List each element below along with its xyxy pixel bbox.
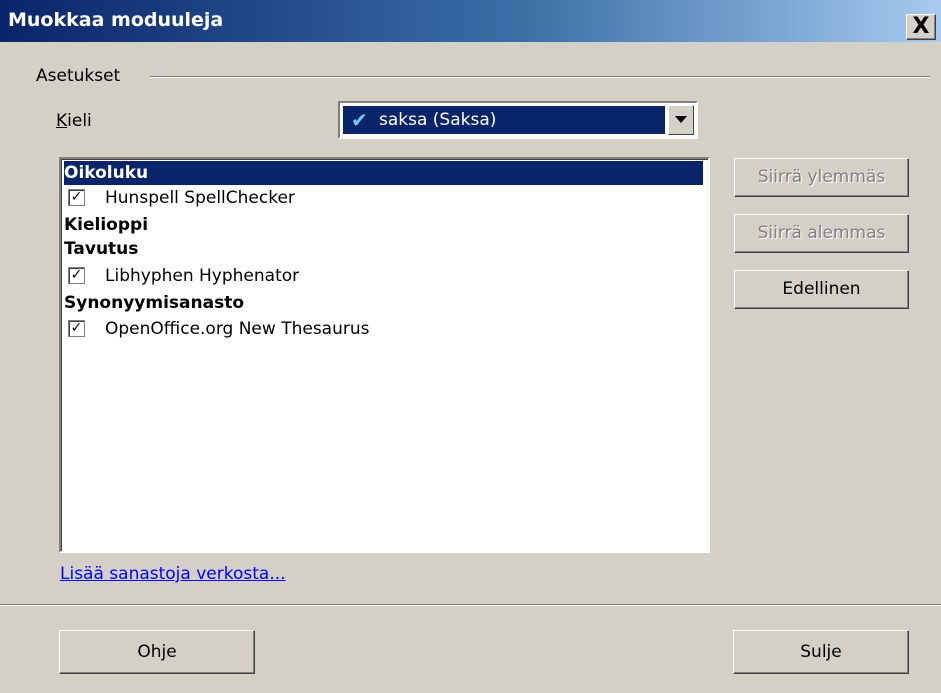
language-label-rest: ieli — [67, 111, 92, 131]
list-item-libhyphen[interactable]: ✓ Libhyphen Hyphenator — [64, 264, 703, 288]
list-item-thesaurus[interactable]: ✓ OpenOffice.org New Thesaurus — [64, 317, 703, 341]
list-header-label: Synonyymisanasto — [64, 293, 245, 313]
language-label: Kieli — [56, 111, 92, 131]
chevron-down-icon — [675, 116, 687, 123]
checkbox-hunspell[interactable]: ✓ — [68, 189, 85, 206]
check-icon: ✔ — [351, 108, 368, 132]
back-label: Edellinen — [782, 279, 861, 299]
list-header-label: Tavutus — [64, 239, 139, 259]
language-selected-text: saksa (Saksa) — [379, 110, 497, 130]
title-bar: Muokkaa moduuleja X — [0, 0, 941, 42]
group-divider — [150, 76, 930, 78]
move-up-button[interactable]: Siirrä ylemmäs — [734, 158, 909, 197]
close-button[interactable]: Sulje — [733, 630, 909, 674]
list-header-label: Oikoluku — [64, 163, 149, 183]
checkbox-thesaurus[interactable]: ✓ — [68, 320, 85, 337]
move-down-label: Siirrä alemmas — [757, 223, 886, 243]
close-label: Sulje — [800, 642, 842, 662]
move-up-label: Siirrä ylemmäs — [757, 167, 886, 187]
language-dropdown[interactable]: ✔ saksa (Saksa) — [338, 101, 698, 139]
dropdown-arrow-button[interactable] — [668, 105, 694, 135]
modules-list[interactable]: Oikoluku ✓ Hunspell SpellChecker Kieliop… — [59, 157, 710, 553]
more-dictionaries-link[interactable]: Lisää sanastoja verkosta... — [60, 564, 286, 584]
help-button[interactable]: Ohje — [59, 630, 255, 674]
list-header-label: Kielioppi — [64, 215, 149, 235]
checkbox-libhyphen[interactable]: ✓ — [68, 267, 85, 284]
close-icon[interactable]: X — [906, 14, 936, 40]
help-label: Ohje — [137, 642, 177, 662]
window-title: Muokkaa moduuleja — [8, 9, 224, 31]
settings-group-label: Asetukset — [36, 66, 121, 86]
list-header-spellcheck[interactable]: Oikoluku — [64, 161, 703, 185]
language-label-mnemonic: K — [56, 111, 68, 131]
move-down-button[interactable]: Siirrä alemmas — [734, 214, 909, 253]
language-dropdown-value: ✔ saksa (Saksa) — [343, 106, 665, 134]
list-item-label: OpenOffice.org New Thesaurus — [105, 319, 370, 339]
list-item-label: Libhyphen Hyphenator — [105, 266, 300, 286]
list-item-label: Hunspell SpellChecker — [105, 188, 295, 208]
back-button[interactable]: Edellinen — [734, 270, 909, 309]
list-item-hunspell[interactable]: ✓ Hunspell SpellChecker — [64, 186, 703, 210]
footer-divider — [0, 604, 941, 606]
